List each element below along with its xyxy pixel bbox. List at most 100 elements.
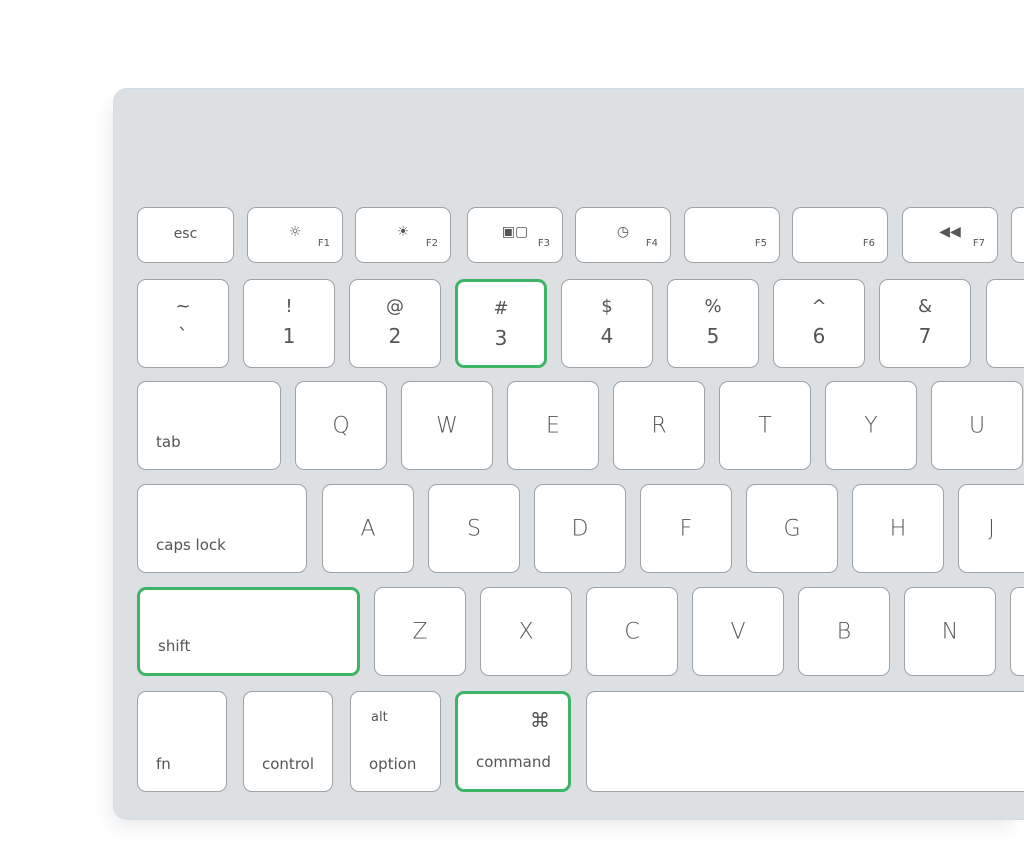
key-label: S [467,516,481,541]
key-f5[interactable]: F5 [684,207,780,263]
key-label: H [889,516,907,541]
key-label: Q [332,413,350,438]
key-label: option [369,755,417,773]
key-label: 1 [282,324,296,348]
key-tab[interactable]: tab [137,381,281,470]
key-shift-label: % [704,296,722,317]
key-control[interactable]: control [243,691,333,792]
key-option[interactable]: option alt [350,691,441,792]
key-tilde[interactable]: ~ ` [137,279,229,368]
key-label: U [968,413,986,438]
key-label: fn [156,755,171,773]
key-label: 3 [494,326,508,350]
key-e[interactable]: E [507,381,599,470]
key-label: caps lock [156,536,226,554]
key-f1[interactable]: ☼ F1 [247,207,343,263]
key-f2[interactable]: ☀ F2 [355,207,451,263]
key-label: V [730,619,746,644]
key-shift-label: @ [386,296,404,317]
key-1[interactable]: ! 1 [243,279,335,368]
key-label: 4 [600,324,614,348]
key-label: Z [412,619,428,644]
key-label: esc [173,226,198,242]
key-f[interactable]: F [640,484,732,573]
key-v[interactable]: V [692,587,784,676]
key-q[interactable]: Q [295,381,387,470]
key-d[interactable]: D [534,484,626,573]
function-number-label: F4 [645,238,658,249]
key-shift-label: # [493,298,509,319]
key-6[interactable]: ^ 6 [773,279,865,368]
key-label: 7 [918,324,932,348]
key-w[interactable]: W [401,381,493,470]
key-label: T [758,413,772,438]
key-label: 2 [388,324,402,348]
key-5[interactable]: % 5 [667,279,759,368]
key-label: N [941,619,959,644]
key-g[interactable]: G [746,484,838,573]
key-c[interactable]: C [586,587,678,676]
key-shift-label: & [917,296,933,317]
key-label: X [518,619,534,644]
key-a[interactable]: A [322,484,414,573]
function-number-label: F6 [862,238,875,249]
key-caps-lock[interactable]: caps lock [137,484,307,573]
function-number-label: F3 [537,238,550,249]
key-label: command [476,753,551,771]
keyboard: esc ☼ F1 ☀ F2 ▣▢ F3 ◷ F4 F5 F6 ◀◀ F7 ~ `! 1 @2 #3 $4% 5 ^ 6 & 7… [113,88,1024,820]
key-label: shift [158,637,191,655]
key-f8[interactable] [1011,207,1024,263]
key-fn[interactable]: fn [137,691,227,792]
key-label: ` [178,324,188,348]
key-label: R [651,413,667,438]
key-f7[interactable]: ◀◀ F7 [902,207,998,263]
key-space[interactable] [586,691,1024,792]
key-label: G [783,516,801,541]
key-j[interactable]: J [958,484,1024,573]
function-number-label: F2 [425,238,438,249]
key-shift-label: ~ [175,296,191,317]
key-label: E [546,413,560,438]
key-label: 5 [706,324,720,348]
key-4[interactable]: $4 [561,279,653,368]
key-label: F [679,516,693,541]
key-3[interactable]: #3 [455,279,547,368]
command-icon: ⌘ [530,708,550,732]
key-x[interactable]: X [480,587,572,676]
key-shift-label: $ [601,296,613,317]
key-n[interactable]: N [904,587,996,676]
key-u[interactable]: U [931,381,1023,470]
key-7[interactable]: & 7 [879,279,971,368]
key-h[interactable]: H [852,484,944,573]
key-shift-label: ! [285,296,293,317]
key-f6[interactable]: F6 [792,207,888,263]
key-r[interactable]: R [613,381,705,470]
key-label: D [571,516,589,541]
key-t[interactable]: T [719,381,811,470]
key-label: Y [864,413,878,438]
key-label: tab [156,433,181,451]
key-label: J [988,516,995,541]
key-label: B [836,619,852,644]
key-z[interactable]: Z [374,587,466,676]
key-alt-label: alt [371,710,388,725]
key-y[interactable]: Y [825,381,917,470]
key-m[interactable] [1010,587,1024,676]
key-2[interactable]: @2 [349,279,441,368]
key-command[interactable]: command ⌘ [455,691,571,792]
key-8[interactable] [986,279,1024,368]
function-number-label: F1 [317,238,330,249]
function-number-label: F7 [972,238,985,249]
key-esc[interactable]: esc [137,207,234,263]
key-label: control [262,755,314,773]
key-label: W [436,413,458,438]
key-shift-label: ^ [811,296,827,317]
key-label: A [360,516,376,541]
key-label: C [624,619,640,644]
key-s[interactable]: S [428,484,520,573]
key-f3[interactable]: ▣▢ F3 [467,207,563,263]
key-shift[interactable]: shift [137,587,360,676]
key-b[interactable]: B [798,587,890,676]
key-f4[interactable]: ◷ F4 [575,207,671,263]
function-number-label: F5 [754,238,767,249]
